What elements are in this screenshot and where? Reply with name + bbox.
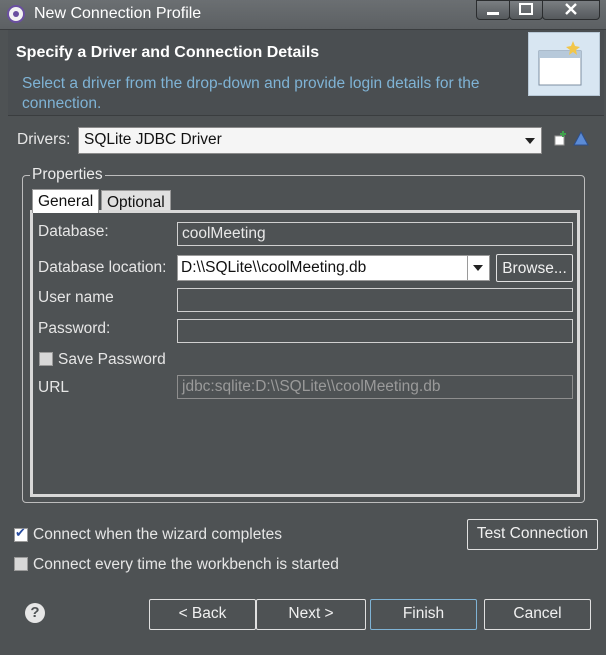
finish-button[interactable]: Finish (370, 599, 477, 630)
wizard-banner-icon (528, 32, 600, 96)
drivers-dropdown[interactable]: SQLite JDBC Driver (78, 127, 542, 154)
connect-every-time-label: Connect every time the workbench is star… (33, 556, 339, 573)
password-field[interactable] (177, 319, 573, 343)
user-name-field[interactable] (177, 288, 573, 312)
page-title: Specify a Driver and Connection Details (16, 44, 320, 61)
edit-driver-icon[interactable] (572, 130, 590, 148)
browse-button[interactable]: Browse... (496, 254, 573, 282)
chevron-down-icon (473, 265, 483, 271)
next-button[interactable]: Next > (256, 599, 366, 630)
title-bar: New Connection Profile (0, 0, 606, 30)
wizard-header: Specify a Driver and Connection Details … (8, 30, 604, 116)
close-icon (565, 3, 577, 15)
page-description: Select a driver from the drop-down and p… (22, 75, 480, 112)
test-connection-button[interactable]: Test Connection (467, 519, 598, 550)
url-label: URL (38, 379, 70, 396)
help-icon[interactable]: ? (25, 603, 45, 623)
save-password-label: Save Password (58, 351, 166, 368)
database-location-dropdown-button[interactable] (467, 256, 489, 280)
user-name-label: User name (38, 289, 114, 306)
tab-general[interactable]: General (32, 189, 100, 213)
url-field: jdbc:sqlite:D:\\SQLite\\coolMeeting.db (177, 375, 573, 399)
close-button[interactable] (542, 0, 600, 20)
connection-profile-icon (7, 5, 25, 23)
back-button[interactable]: < Back (149, 599, 256, 630)
maximize-icon (519, 3, 533, 15)
minimize-button[interactable] (476, 0, 510, 20)
database-location-combo[interactable]: D:\\SQLite\\coolMeeting.db (177, 255, 490, 281)
drivers-label: Drivers: (17, 131, 71, 148)
minimize-icon (487, 12, 499, 15)
properties-group-title: Properties (30, 166, 105, 184)
connect-when-completes-checkbox[interactable] (14, 526, 28, 542)
drivers-selected-value: SQLite JDBC Driver (84, 131, 222, 148)
database-location-label: Database location: (38, 259, 167, 276)
maximize-button[interactable] (509, 0, 543, 20)
new-driver-icon[interactable] (552, 130, 570, 148)
password-label: Password: (38, 320, 111, 337)
chevron-down-icon (525, 138, 535, 144)
window-title: New Connection Profile (34, 5, 202, 22)
connect-when-completes-label: Connect when the wizard completes (33, 526, 282, 543)
database-field[interactable]: coolMeeting (177, 222, 573, 246)
connect-every-time-checkbox[interactable] (14, 557, 28, 571)
cancel-button[interactable]: Cancel (484, 599, 591, 630)
database-label: Database: (38, 223, 109, 240)
save-password-checkbox[interactable] (39, 352, 53, 366)
database-location-value: D:\\SQLite\\coolMeeting.db (181, 259, 367, 276)
